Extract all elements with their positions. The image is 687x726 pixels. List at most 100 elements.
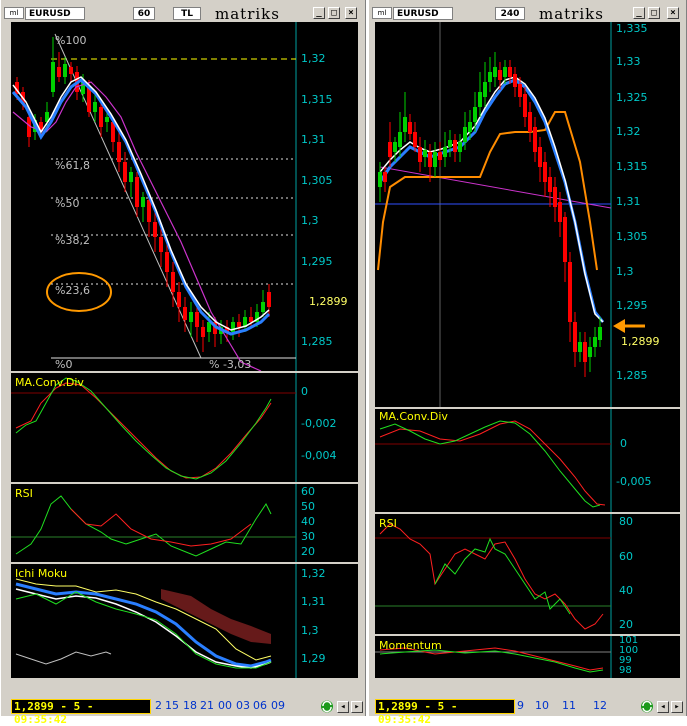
candle-body [443, 147, 447, 157]
rsi-tick: 30 [301, 530, 315, 543]
left-chart-window: ml EURUSD 60 TL matriks _ □ × %100 %61,8… [0, 0, 366, 726]
right-price-panel[interactable]: 1,335 1,33 1,325 1,32 1,315 1,31 1,305 1… [375, 22, 680, 407]
last-price-label: 1,2899 [621, 335, 660, 348]
maximize-button[interactable]: □ [328, 7, 340, 19]
candle-body [135, 177, 139, 207]
candle-body [503, 67, 507, 77]
macd-tick: 0 [301, 385, 308, 398]
scroll-right-button[interactable]: ▸ [351, 701, 363, 713]
candle-body [147, 200, 151, 222]
candle-body [588, 347, 592, 357]
candle-body [418, 147, 422, 162]
fib-label-50: %50 [55, 197, 80, 210]
price-tick: 1,315 [616, 160, 648, 173]
period-field[interactable]: 60 [133, 7, 155, 20]
right-titlebar[interactable]: ml EURUSD 240 matriks _ □ × [369, 0, 686, 23]
candle-body [267, 292, 271, 307]
price-tick: 1,3 [301, 214, 319, 227]
candle-body [568, 262, 572, 322]
candle-body [553, 187, 557, 207]
candle-body [428, 152, 432, 167]
rsi-tick: 80 [619, 515, 633, 528]
symbol-field[interactable]: EURUSD [393, 7, 453, 20]
candle-body [403, 117, 407, 132]
right-statusbar: 1,2899 - 5 - 09:35:42 9 10 11 12 ◂ ▸ [369, 696, 686, 726]
candle-body [177, 292, 181, 307]
candle-body [153, 222, 157, 237]
fib-note: % -3,03 [209, 358, 252, 371]
close-button[interactable]: × [345, 7, 357, 19]
candle-body [99, 107, 103, 127]
price-tick: 1,32 [301, 52, 326, 65]
price-tick: 1,33 [616, 55, 641, 68]
candle-body [171, 272, 175, 292]
price-tick: 1,31 [616, 195, 641, 208]
right-rsi-panel[interactable]: RSI 80 60 40 20 [375, 514, 680, 634]
left-rsi-panel[interactable]: RSI 60 50 40 30 20 [11, 484, 358, 562]
minimize-button[interactable]: _ [633, 7, 645, 19]
minimize-button[interactable]: _ [313, 7, 325, 19]
price-tick: 1,285 [616, 369, 648, 382]
macd-tick: 0 [620, 437, 627, 450]
candle-body [393, 142, 397, 152]
price-tick: 1,3 [616, 265, 634, 278]
price-tick: 1,285 [301, 335, 333, 348]
period-field[interactable]: 240 [495, 7, 525, 20]
candle-body [57, 67, 61, 77]
rsi-title: RSI [379, 517, 397, 530]
candle-body [453, 140, 457, 152]
left-macd-panel[interactable]: MA.Conv.Div 0 -0,002 -0,004 [11, 373, 358, 482]
maximize-button[interactable]: □ [648, 7, 660, 19]
candle-body [141, 197, 145, 207]
last-price-label: 1,2899 [309, 295, 348, 308]
fib-label-0: %0 [55, 358, 73, 371]
macd-title: MA.Conv.Div [15, 376, 84, 389]
candle-body [408, 122, 412, 134]
rsi-tick: 40 [619, 584, 633, 597]
time-label: 03 [236, 699, 250, 712]
scroll-left-button[interactable]: ◂ [657, 701, 669, 713]
candle-body [508, 67, 512, 77]
currency-field[interactable]: TL [173, 7, 201, 20]
macd-tick: -0,002 [301, 417, 337, 430]
price-tick: 1,32 [616, 125, 641, 138]
candle-body [129, 172, 133, 182]
price-tick: 1,31 [301, 133, 326, 146]
left-price-panel[interactable]: %100 %61,8 %50 %38,2 %23,6 %0 % -3,03 1,… [11, 22, 358, 371]
candle-body [483, 82, 487, 97]
candle-body [488, 72, 492, 82]
rsi-tick: 20 [301, 545, 315, 558]
candle-body [598, 327, 602, 340]
refresh-icon[interactable] [639, 699, 655, 714]
candle-body [261, 302, 265, 312]
macd-tick: -0,005 [616, 475, 652, 488]
candle-body [237, 322, 241, 327]
time-label: 18 [183, 699, 197, 712]
time-label: 00 [218, 699, 232, 712]
candle-body [458, 142, 462, 152]
candle-body [165, 252, 169, 272]
refresh-icon[interactable] [319, 699, 335, 714]
fib-label-61-8: %61,8 [55, 159, 90, 172]
candle-body [398, 132, 402, 147]
candle-body [593, 337, 597, 347]
candle-body [543, 162, 547, 182]
candle-body [498, 70, 502, 80]
right-momentum-panel[interactable]: Momentum 101 100 99 98 [375, 635, 680, 678]
candle-body [493, 67, 497, 77]
candle-body [388, 142, 392, 157]
scroll-right-button[interactable]: ▸ [671, 701, 683, 713]
right-macd-panel[interactable]: MA.Conv.Div 0 -0,005 [375, 409, 680, 512]
close-button[interactable]: × [667, 7, 679, 19]
symbol-field[interactable]: EURUSD [25, 7, 85, 20]
left-ichimoku-panel[interactable]: Ichi Moku 1,32 1,31 1,3 1,29 [11, 564, 358, 678]
right-price-chart [375, 22, 645, 407]
time-label: 21 [200, 699, 214, 712]
app-icon: ml [4, 7, 24, 19]
scroll-left-button[interactable]: ◂ [337, 701, 349, 713]
candle-body [249, 317, 253, 322]
candle-body [63, 64, 67, 77]
candle-body [201, 327, 205, 337]
momentum-tick: 98 [619, 665, 632, 676]
left-titlebar[interactable]: ml EURUSD 60 TL matriks _ □ × [1, 0, 365, 23]
